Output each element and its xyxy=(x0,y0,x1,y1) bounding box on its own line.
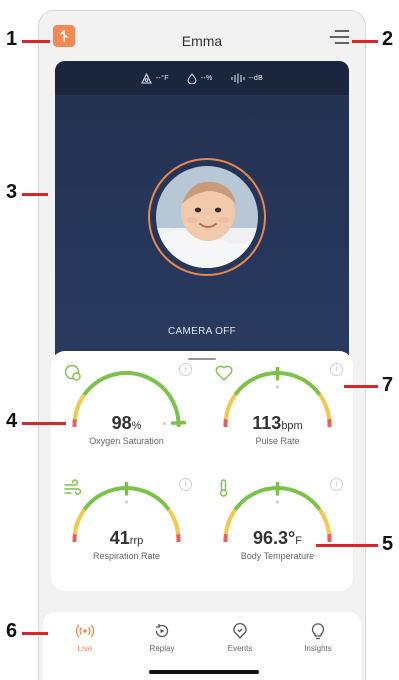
callout-2-leader xyxy=(352,40,378,43)
temperature-label: Body Temperature xyxy=(202,551,353,561)
sound-level-icon xyxy=(231,73,245,84)
temperature-unit: F xyxy=(295,535,302,547)
callout-7-leader xyxy=(344,385,378,388)
nav-live[interactable]: Live xyxy=(55,622,115,653)
thermometer-icon xyxy=(214,478,234,498)
gauge-dot xyxy=(125,500,128,503)
events-tag-icon xyxy=(231,622,249,640)
baby-photo xyxy=(156,166,258,268)
hamburger-menu-icon xyxy=(329,29,351,45)
oxygen-value: 98% xyxy=(51,413,202,434)
humidity-value: --% xyxy=(201,75,213,82)
nav-replay-label: Replay xyxy=(150,644,175,653)
respiration-info-icon[interactable]: i xyxy=(179,478,192,491)
camera-view[interactable]: --°F --% --dB xyxy=(55,61,349,371)
page-title: Emma xyxy=(39,33,365,49)
home-indicator[interactable] xyxy=(149,670,259,674)
humidity-icon xyxy=(187,73,197,84)
pulse-rate-card[interactable]: i 113bpm Pulse Rate xyxy=(202,351,353,456)
temperature-icon xyxy=(141,73,152,84)
baby-avatar-ring xyxy=(148,158,266,276)
humidity-sensor: --% xyxy=(187,73,213,84)
live-broadcast-icon xyxy=(76,622,94,640)
pulse-label: Pulse Rate xyxy=(202,436,353,446)
callout-1: 1 xyxy=(6,28,17,51)
gauge-dot xyxy=(276,385,279,388)
respiration-rate-card[interactable]: i 41rrp Respiration Rate xyxy=(51,466,202,571)
callout-6-leader xyxy=(22,632,48,635)
temperature-info-icon[interactable]: i xyxy=(330,478,343,491)
respiration-value: 41rrp xyxy=(51,528,202,549)
oxygen-label: Oxygen Saturation xyxy=(51,436,202,446)
room-sensor-bar: --°F --% --dB xyxy=(55,61,349,95)
pulse-unit: bpm xyxy=(281,420,302,432)
callout-4: 4 xyxy=(6,410,17,433)
nav-replay[interactable]: Replay xyxy=(132,622,192,653)
callout-5: 5 xyxy=(382,533,393,556)
oxygen-number: 98 xyxy=(112,413,132,433)
callout-7: 7 xyxy=(382,374,393,397)
callout-5-leader xyxy=(316,544,378,547)
pulse-number: 113 xyxy=(252,413,281,433)
oxygen-icon xyxy=(63,363,83,383)
respiration-number: 41 xyxy=(110,528,130,548)
temperature-value: --°F xyxy=(156,75,169,82)
callout-2: 2 xyxy=(382,28,393,51)
nav-insights[interactable]: Insights xyxy=(288,622,348,653)
baby-avatar xyxy=(156,166,258,268)
nav-insights-label: Insights xyxy=(304,644,332,653)
body-temperature-card[interactable]: i 96.3°F Body Temperature xyxy=(202,466,353,571)
respiration-unit: rrp xyxy=(130,535,143,547)
vitals-panel: i 98% Oxygen Saturation i 113bpm Pulse R… xyxy=(51,351,353,591)
menu-button[interactable] xyxy=(329,29,351,45)
callout-3-leader xyxy=(22,193,48,196)
heart-icon xyxy=(214,363,234,383)
replay-icon xyxy=(153,622,171,640)
callout-3: 3 xyxy=(6,181,17,204)
wind-icon xyxy=(63,478,83,498)
sound-level-value: --dB xyxy=(249,75,263,82)
sound-sensor: --dB xyxy=(231,73,263,84)
callout-6: 6 xyxy=(6,620,17,643)
pulse-info-icon[interactable]: i xyxy=(330,363,343,376)
callout-1-leader xyxy=(22,40,50,43)
app-screen: Emma --°F --% xyxy=(38,10,366,680)
lightbulb-icon xyxy=(309,622,327,640)
top-bar: Emma xyxy=(39,11,365,61)
callout-4-leader xyxy=(22,422,66,425)
oxygen-info-icon[interactable]: i xyxy=(179,363,192,376)
oxygen-saturation-card[interactable]: i 98% Oxygen Saturation xyxy=(51,351,202,456)
pulse-value: 113bpm xyxy=(202,413,353,434)
camera-status: CAMERA OFF xyxy=(55,326,349,337)
nav-live-label: Live xyxy=(78,644,93,653)
respiration-label: Respiration Rate xyxy=(51,551,202,561)
bottom-navigation: Live Replay Events Insights xyxy=(43,612,361,680)
oxygen-unit: % xyxy=(132,420,142,432)
temperature-sensor: --°F xyxy=(141,73,169,84)
nav-events-label: Events xyxy=(228,644,252,653)
temperature-number: 96.3° xyxy=(253,528,295,548)
nav-events[interactable]: Events xyxy=(210,622,270,653)
gauge-dot xyxy=(276,500,279,503)
